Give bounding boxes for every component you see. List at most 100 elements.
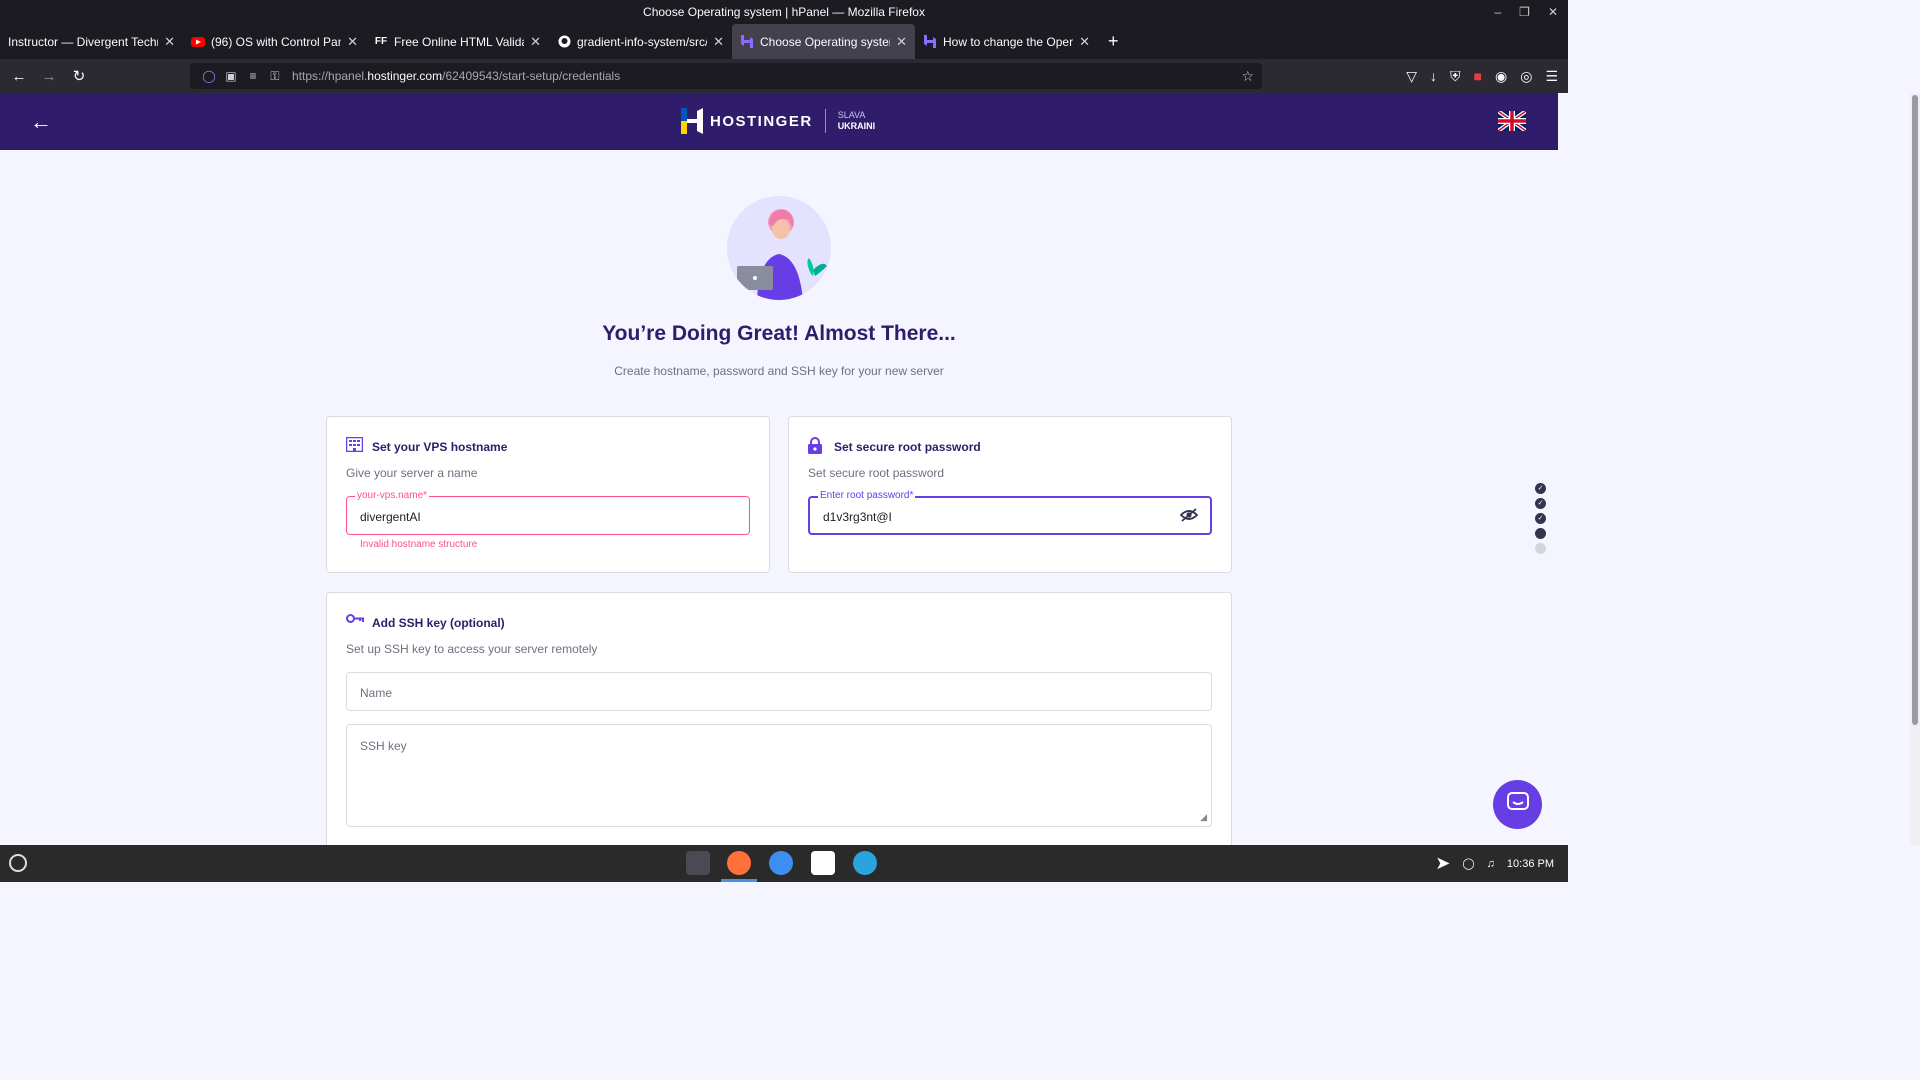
reload-icon[interactable]: ↻ <box>64 67 94 85</box>
hostname-input-label: your-vps.name* <box>355 490 430 501</box>
step-complete-check-icon[interactable]: ✓ <box>1535 483 1546 494</box>
tab-title: gradient-info-system/src/di <box>577 34 708 49</box>
system-tray: ➤ ◯ ♫ 10:36 PM <box>1435 845 1554 882</box>
browser-tab[interactable]: How to change the Operatin ✕ <box>915 24 1098 59</box>
ssh-name-placeholder: Name <box>360 686 393 700</box>
tab-bar: Instructor — Divergent Technolo ✕ (96) O… <box>0 24 1568 59</box>
back-arrow-icon[interactable]: ← <box>30 109 52 135</box>
tab-close-icon[interactable]: ✕ <box>713 34 724 50</box>
hostname-card-title: Set your VPS hostname <box>372 440 508 454</box>
clock[interactable]: 10:36 PM <box>1507 858 1554 870</box>
scrollbar-thumb[interactable] <box>1912 95 1918 725</box>
restore-icon[interactable]: ❐ <box>1519 0 1530 24</box>
back-icon[interactable]: ← <box>4 68 34 85</box>
files-app-icon[interactable] <box>769 851 793 875</box>
download-icon[interactable]: ↓ <box>1430 68 1437 84</box>
permissions-icon[interactable]: ≡ <box>242 69 264 83</box>
url-path: /62409543/start-setup/credentials <box>442 69 621 83</box>
terminal-app-icon[interactable] <box>686 851 710 875</box>
browser-tab[interactable]: gradient-info-system/src/di ✕ <box>549 24 732 59</box>
hostinger-logo[interactable]: HOSTINGER SLAVA UKRAINI <box>681 108 875 134</box>
step-complete-check-icon[interactable]: ✓ <box>1535 498 1546 509</box>
telegram-app-icon[interactable] <box>853 851 877 875</box>
browser-tab[interactable]: Instructor — Divergent Technolo ✕ <box>0 24 183 59</box>
tab-title: Instructor — Divergent Technolo <box>8 34 158 49</box>
extension-shield-icon[interactable]: ⛨ <box>1450 68 1461 85</box>
browser-tab[interactable]: (96) OS with Control Panel - ✕ <box>183 24 366 59</box>
youtube-icon <box>191 35 205 49</box>
browser-tab[interactable]: FF Free Online HTML Validator ✕ <box>366 24 549 59</box>
tab-close-icon[interactable]: ✕ <box>347 34 358 50</box>
tab-close-icon[interactable]: ✕ <box>530 34 541 50</box>
resize-handle-icon[interactable]: ◢ <box>1200 812 1207 823</box>
password-card-title: Set secure root password <box>834 440 981 454</box>
extension-privacy-icon[interactable]: ◉ <box>1495 68 1507 85</box>
vscode-app-icon[interactable] <box>811 851 835 875</box>
launcher-icon[interactable] <box>9 854 27 872</box>
building-icon <box>345 436 364 456</box>
toolbar-icons: ▽ ↓ ⛨ ■ ◉ ◎ ☰ <box>1406 59 1558 93</box>
slava-ukraini: SLAVA UKRAINI <box>838 110 876 132</box>
telegram-tray-icon[interactable]: ➤ <box>1435 853 1450 874</box>
github-icon <box>557 35 571 49</box>
uk-flag-icon[interactable] <box>1498 111 1526 131</box>
hostinger-logo-icon <box>681 108 703 134</box>
shield-icon[interactable]: ◯ <box>198 69 220 83</box>
ssh-name-input[interactable]: Name <box>346 672 1212 711</box>
navigation-bar: ← → ↻ ◯ ▣ ≡ ⚿ https://hpanel.hostinger.c… <box>0 59 1568 93</box>
hostinger-icon <box>923 35 937 49</box>
chat-icon <box>1506 792 1529 817</box>
validator-icon: FF <box>374 36 388 47</box>
ssh-card-title: Add SSH key (optional) <box>372 616 505 630</box>
extension-red-icon[interactable]: ■ <box>1474 68 1482 84</box>
tab-close-icon[interactable]: ✕ <box>164 34 175 50</box>
window-titlebar: Choose Operating system | hPanel — Mozil… <box>0 0 1568 24</box>
globe-icon[interactable]: ◎ <box>1520 68 1532 85</box>
menu-icon[interactable]: ☰ <box>1545 68 1558 85</box>
toggle-password-visibility-icon[interactable] <box>1179 508 1199 526</box>
os-taskbar: ➤ ◯ ♫ 10:36 PM <box>0 845 1568 882</box>
key-icon[interactable]: ⚿ <box>264 69 286 84</box>
root-password-input-value[interactable]: d1v3rg3nt@I <box>823 510 892 524</box>
url-bar[interactable]: ◯ ▣ ≡ ⚿ https://hpanel.hostinger.com/624… <box>190 63 1262 89</box>
bookmark-star-icon[interactable]: ☆ <box>1241 68 1254 85</box>
illustration-avatar <box>727 196 831 300</box>
tab-close-icon[interactable]: ✕ <box>896 34 907 50</box>
lock-icon <box>808 437 822 458</box>
key-icon <box>346 612 364 629</box>
password-card: Set secure root password Set secure root… <box>788 416 1232 573</box>
brand-name: HOSTINGER <box>710 112 813 130</box>
step-pending-indicator[interactable] <box>1535 543 1546 554</box>
firefox-app-icon[interactable] <box>727 851 751 875</box>
hostname-input[interactable]: your-vps.name* divergentAI <box>346 490 750 535</box>
tab-close-icon[interactable]: ✕ <box>1079 34 1090 50</box>
hostinger-icon <box>740 35 754 49</box>
ssh-card-description: Set up SSH key to access your server rem… <box>346 642 598 656</box>
slava-line2: UKRAINI <box>837 121 876 131</box>
hostname-error-message: Invalid hostname structure <box>360 539 478 550</box>
music-tray-icon[interactable]: ♫ <box>1487 858 1495 870</box>
tab-title: Choose Operating system | h <box>760 34 890 49</box>
new-tab-icon[interactable]: + <box>1108 31 1119 52</box>
chat-support-button[interactable] <box>1493 780 1542 829</box>
pocket-icon[interactable]: ▽ <box>1406 68 1417 85</box>
lock-icon[interactable]: ▣ <box>220 69 242 83</box>
window-title: Choose Operating system | hPanel — Mozil… <box>643 5 925 19</box>
ssh-key-placeholder: SSH key <box>360 739 407 753</box>
ssh-key-card: Add SSH key (optional) Set up SSH key to… <box>326 592 1232 852</box>
root-password-input-label: Enter root password* <box>818 490 916 501</box>
close-icon[interactable]: ✕ <box>1548 0 1558 24</box>
step-current-indicator[interactable] <box>1535 528 1546 539</box>
root-password-input[interactable]: Enter root password* d1v3rg3nt@I <box>808 490 1212 535</box>
ssh-key-textarea[interactable]: SSH key ◢ <box>346 724 1212 827</box>
minimize-icon[interactable]: – <box>1494 0 1501 24</box>
page-subtitle: Create hostname, password and SSH key fo… <box>614 364 944 378</box>
shield-tray-icon[interactable]: ◯ <box>1462 857 1474 870</box>
hostname-input-value[interactable]: divergentAI <box>360 510 421 524</box>
forward-icon[interactable]: → <box>34 68 64 85</box>
url-text[interactable]: https://hpanel.hostinger.com/62409543/st… <box>292 69 620 83</box>
browser-tab-active[interactable]: Choose Operating system | h ✕ <box>732 24 915 59</box>
url-domain: hostinger.com <box>367 69 443 83</box>
site-header: ← HOSTINGER SLAVA UKRAINI <box>0 93 1558 150</box>
step-complete-check-icon[interactable]: ✓ <box>1535 513 1546 524</box>
